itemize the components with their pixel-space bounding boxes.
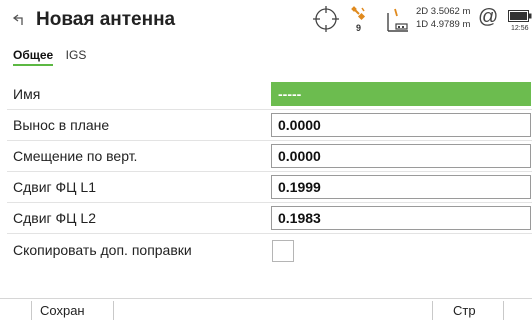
row-divider [7,109,532,110]
softkey-bar: Сохран Стр [0,298,532,320]
softkey-divider [432,301,433,320]
softkey-divider [113,301,114,320]
pco-l2-row: Сдвиг ФЦ L2 0.1983 [0,206,532,234]
name-row: Имя ----- [0,82,532,110]
tab-general[interactable]: Общее [13,48,54,66]
softkey-divider [503,301,504,320]
copy-corrections-label: Скопировать доп. поправки [13,242,192,258]
back-arrow-icon[interactable] [12,12,26,26]
at-sign-icon[interactable]: @ [478,6,498,29]
horizontal-offset-field[interactable]: 0.0000 [271,113,531,137]
horizontal-offset-row: Вынос в плане 0.0000 [0,113,532,141]
precision-icon[interactable] [382,7,410,33]
vertical-offset-label: Смещение по верт. [13,148,138,164]
row-divider [7,140,532,141]
battery-icon[interactable] [508,10,532,22]
row-divider [7,233,532,234]
pco-l1-row: Сдвиг ФЦ L1 0.1999 [0,175,532,203]
pco-l1-label: Сдвиг ФЦ L1 [13,179,96,195]
precision-1d-text: 1D 4.9789 m [416,19,471,30]
name-field[interactable]: ----- [271,82,531,106]
pco-l2-label: Сдвиг ФЦ L2 [13,210,96,226]
vertical-offset-row: Смещение по верт. 0.0000 [0,144,532,172]
tab-bar: Общее IGS [13,46,94,66]
position-crosshair-icon[interactable] [313,6,339,32]
page-title: Новая антенна [36,9,176,30]
tab-igs[interactable]: IGS [66,48,87,62]
title-bar: Новая антенна 9 2D 3.5062 m 1D 4.9789 m … [0,0,532,40]
page-button[interactable]: Стр [453,303,476,318]
pco-l2-field[interactable]: 0.1983 [271,206,531,230]
satellite-count: 9 [356,23,362,33]
softkey-divider [31,301,32,320]
precision-2d-text: 2D 3.5062 m [416,6,471,17]
save-button[interactable]: Сохран [40,303,85,318]
name-label: Имя [13,86,41,102]
copy-corrections-row: Скопировать доп. поправки [0,238,532,263]
pco-l1-field[interactable]: 0.1999 [271,175,531,199]
row-divider [7,202,532,203]
horizontal-offset-label: Вынос в плане [13,117,110,133]
satellite-icon[interactable] [351,6,367,22]
clock-text: 12:56 [511,25,529,32]
vertical-offset-field[interactable]: 0.0000 [271,144,531,168]
copy-corrections-checkbox[interactable] [272,240,294,262]
row-divider [7,171,532,172]
